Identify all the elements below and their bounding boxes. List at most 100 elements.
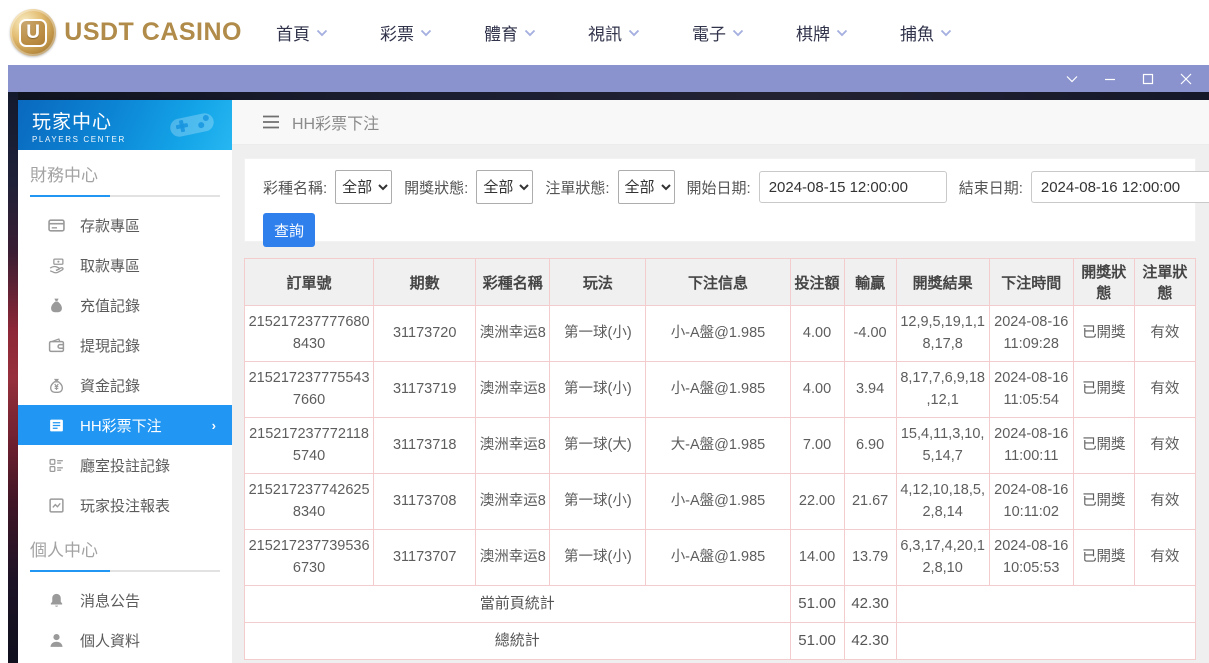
- query-button[interactable]: 查詢: [263, 213, 315, 247]
- column-header: 開獎結果: [896, 259, 989, 306]
- window-close-button[interactable]: [1179, 72, 1193, 86]
- sidebar-item-label: HH彩票下注: [80, 415, 162, 436]
- sidebar-item-label: 充值記錄: [80, 295, 140, 316]
- end-date-input[interactable]: [1031, 171, 1209, 203]
- section-underline: [30, 570, 220, 572]
- logo-ball-icon: U: [10, 9, 56, 56]
- column-header: 訂單號: [245, 259, 374, 306]
- start-date-label: 開始日期:: [687, 177, 751, 198]
- nav-item-live-video[interactable]: 視訊: [588, 20, 640, 45]
- window-maximize-button[interactable]: [1141, 72, 1155, 86]
- sidebar-item-room-bet-records[interactable]: 廳室投註記錄: [18, 445, 232, 485]
- main-nav: 首頁 彩票 體育 視訊 電子 棋牌 捕魚: [276, 20, 952, 45]
- page-title: HH彩票下注: [292, 110, 379, 134]
- nav-item-fishing[interactable]: 捕魚: [900, 20, 952, 45]
- sidebar-item-label: 提現記錄: [80, 335, 140, 356]
- nav-item-label: 視訊: [588, 20, 622, 45]
- window-minimize-button[interactable]: [1103, 72, 1117, 86]
- chevron-down-icon: [1066, 75, 1078, 83]
- draw-status-select[interactable]: 全部: [476, 170, 533, 204]
- withdraw-icon: [48, 257, 65, 274]
- table-cell: 21.67: [844, 474, 896, 530]
- sidebar-item-recharge-records[interactable]: 充值記錄: [18, 285, 232, 325]
- table-header-row: 訂單號期數彩種名稱玩法下注信息投注額輸贏開獎結果下注時間開獎狀態注單狀態: [245, 259, 1196, 306]
- table-cell: 已開獎: [1073, 306, 1134, 362]
- menu-toggle-button[interactable]: [262, 115, 280, 129]
- table-cell: 已開獎: [1073, 474, 1134, 530]
- main-content: HH彩票下注 彩種名稱: 全部 開獎狀態: 全部 注單狀態: 全部 開始日期: …: [232, 100, 1209, 663]
- table-cell: 2024-08-16 11:09:28: [989, 306, 1073, 362]
- column-header: 下注時間: [989, 259, 1073, 306]
- table-cell: 7.00: [790, 418, 844, 474]
- close-icon: [1180, 73, 1192, 85]
- brand-name: USDT CASINO: [64, 18, 242, 47]
- chevron-down-icon: [420, 29, 432, 37]
- table-cell: 4.00: [790, 306, 844, 362]
- column-header: 下注信息: [646, 259, 790, 306]
- room-bets-icon: [48, 457, 65, 474]
- lottery-name-select[interactable]: 全部: [335, 170, 392, 204]
- table-cell: 澳洲幸运8: [476, 474, 550, 530]
- table-cell: 2024-08-16 10:05:53: [989, 530, 1073, 586]
- nav-item-lottery[interactable]: 彩票: [380, 20, 432, 45]
- maximize-icon: [1142, 73, 1154, 85]
- background-dark-strip: [18, 92, 1209, 100]
- sidebar-item-withdraw-zone[interactable]: 取款專區: [18, 245, 232, 285]
- nav-item-label: 體育: [484, 20, 518, 45]
- deposit-icon: [48, 217, 65, 234]
- nav-item-board-games[interactable]: 棋牌: [796, 20, 848, 45]
- background-photo-strip: [8, 92, 18, 663]
- nav-item-home[interactable]: 首頁: [276, 20, 328, 45]
- sidebar-item-profile[interactable]: 個人資料: [18, 620, 232, 660]
- table-cell: 31173707: [374, 530, 476, 586]
- page-header: HH彩票下注: [232, 100, 1209, 145]
- table-cell: 已開獎: [1073, 362, 1134, 418]
- logo-u-emblem: U: [19, 19, 47, 47]
- sidebar-item-player-bet-report[interactable]: 玩家投注報表: [18, 485, 232, 525]
- bets-table-panel: 訂單號期數彩種名稱玩法下注信息投注額輸贏開獎結果下注時間開獎狀態注單狀態 215…: [244, 258, 1196, 660]
- table-cell: 第一球(小): [550, 474, 646, 530]
- start-date-input[interactable]: [759, 171, 947, 203]
- sidebar-item-withdrawal-records[interactable]: 提現記錄: [18, 325, 232, 365]
- table-cell: 31173719: [374, 362, 476, 418]
- nav-item-label: 彩票: [380, 20, 414, 45]
- brand-logo[interactable]: U USDT CASINO: [10, 9, 242, 56]
- sidebar-item-label: 取款專區: [80, 255, 140, 276]
- order-status-select[interactable]: 全部: [618, 170, 675, 204]
- table-cell: 小-A盤@1.985: [646, 362, 790, 418]
- summary-row: 當前頁統計51.0042.30: [245, 586, 1196, 623]
- table-cell: 12,9,5,19,1,18,17,8: [896, 306, 989, 362]
- table-cell: 4.00: [790, 362, 844, 418]
- sidebar-item-deposit-zone[interactable]: 存款專區: [18, 205, 232, 245]
- sidebar-item-label: 玩家投注報表: [80, 495, 170, 516]
- section-underline: [30, 195, 220, 197]
- column-header: 彩種名稱: [476, 259, 550, 306]
- table-cell: 有效: [1134, 474, 1195, 530]
- sidebar-sections: 財務中心存款專區取款專區充值記錄提現記錄資金記錄HH彩票下注›廳室投註記錄玩家投…: [18, 163, 232, 660]
- nav-item-label: 捕魚: [900, 20, 934, 45]
- nav-item-sports[interactable]: 體育: [484, 20, 536, 45]
- summary-winloss-total: 42.30: [844, 623, 896, 660]
- sidebar-item-announcements[interactable]: 消息公告: [18, 580, 232, 620]
- chevron-down-icon: [732, 29, 744, 37]
- withdrawal-record-icon: [48, 337, 65, 354]
- table-cell: 小-A盤@1.985: [646, 474, 790, 530]
- sidebar-section-title: 財務中心: [30, 163, 232, 189]
- window-collapse-button[interactable]: [1065, 72, 1079, 86]
- table-row: 215217237739536673031173707澳洲幸运8第一球(小)小-…: [245, 530, 1196, 586]
- summary-label: 當前頁統計: [245, 586, 791, 623]
- column-header: 投注額: [790, 259, 844, 306]
- sidebar-item-funds-records[interactable]: 資金記錄: [18, 365, 232, 405]
- sidebar-item-hh-lottery-bets[interactable]: HH彩票下注›: [18, 405, 232, 445]
- column-header: 輸贏: [844, 259, 896, 306]
- bet-report-icon: [48, 497, 65, 514]
- table-cell: 15,4,11,3,10,5,14,7: [896, 418, 989, 474]
- table-cell: 已開獎: [1073, 530, 1134, 586]
- nav-item-slots[interactable]: 電子: [692, 20, 744, 45]
- table-cell: 2152172377755437660: [245, 362, 374, 418]
- funds-record-icon: [48, 377, 65, 394]
- table-cell: 第一球(小): [550, 362, 646, 418]
- table-cell: 澳洲幸运8: [476, 306, 550, 362]
- table-cell: 有效: [1134, 530, 1195, 586]
- chevron-down-icon: [524, 29, 536, 37]
